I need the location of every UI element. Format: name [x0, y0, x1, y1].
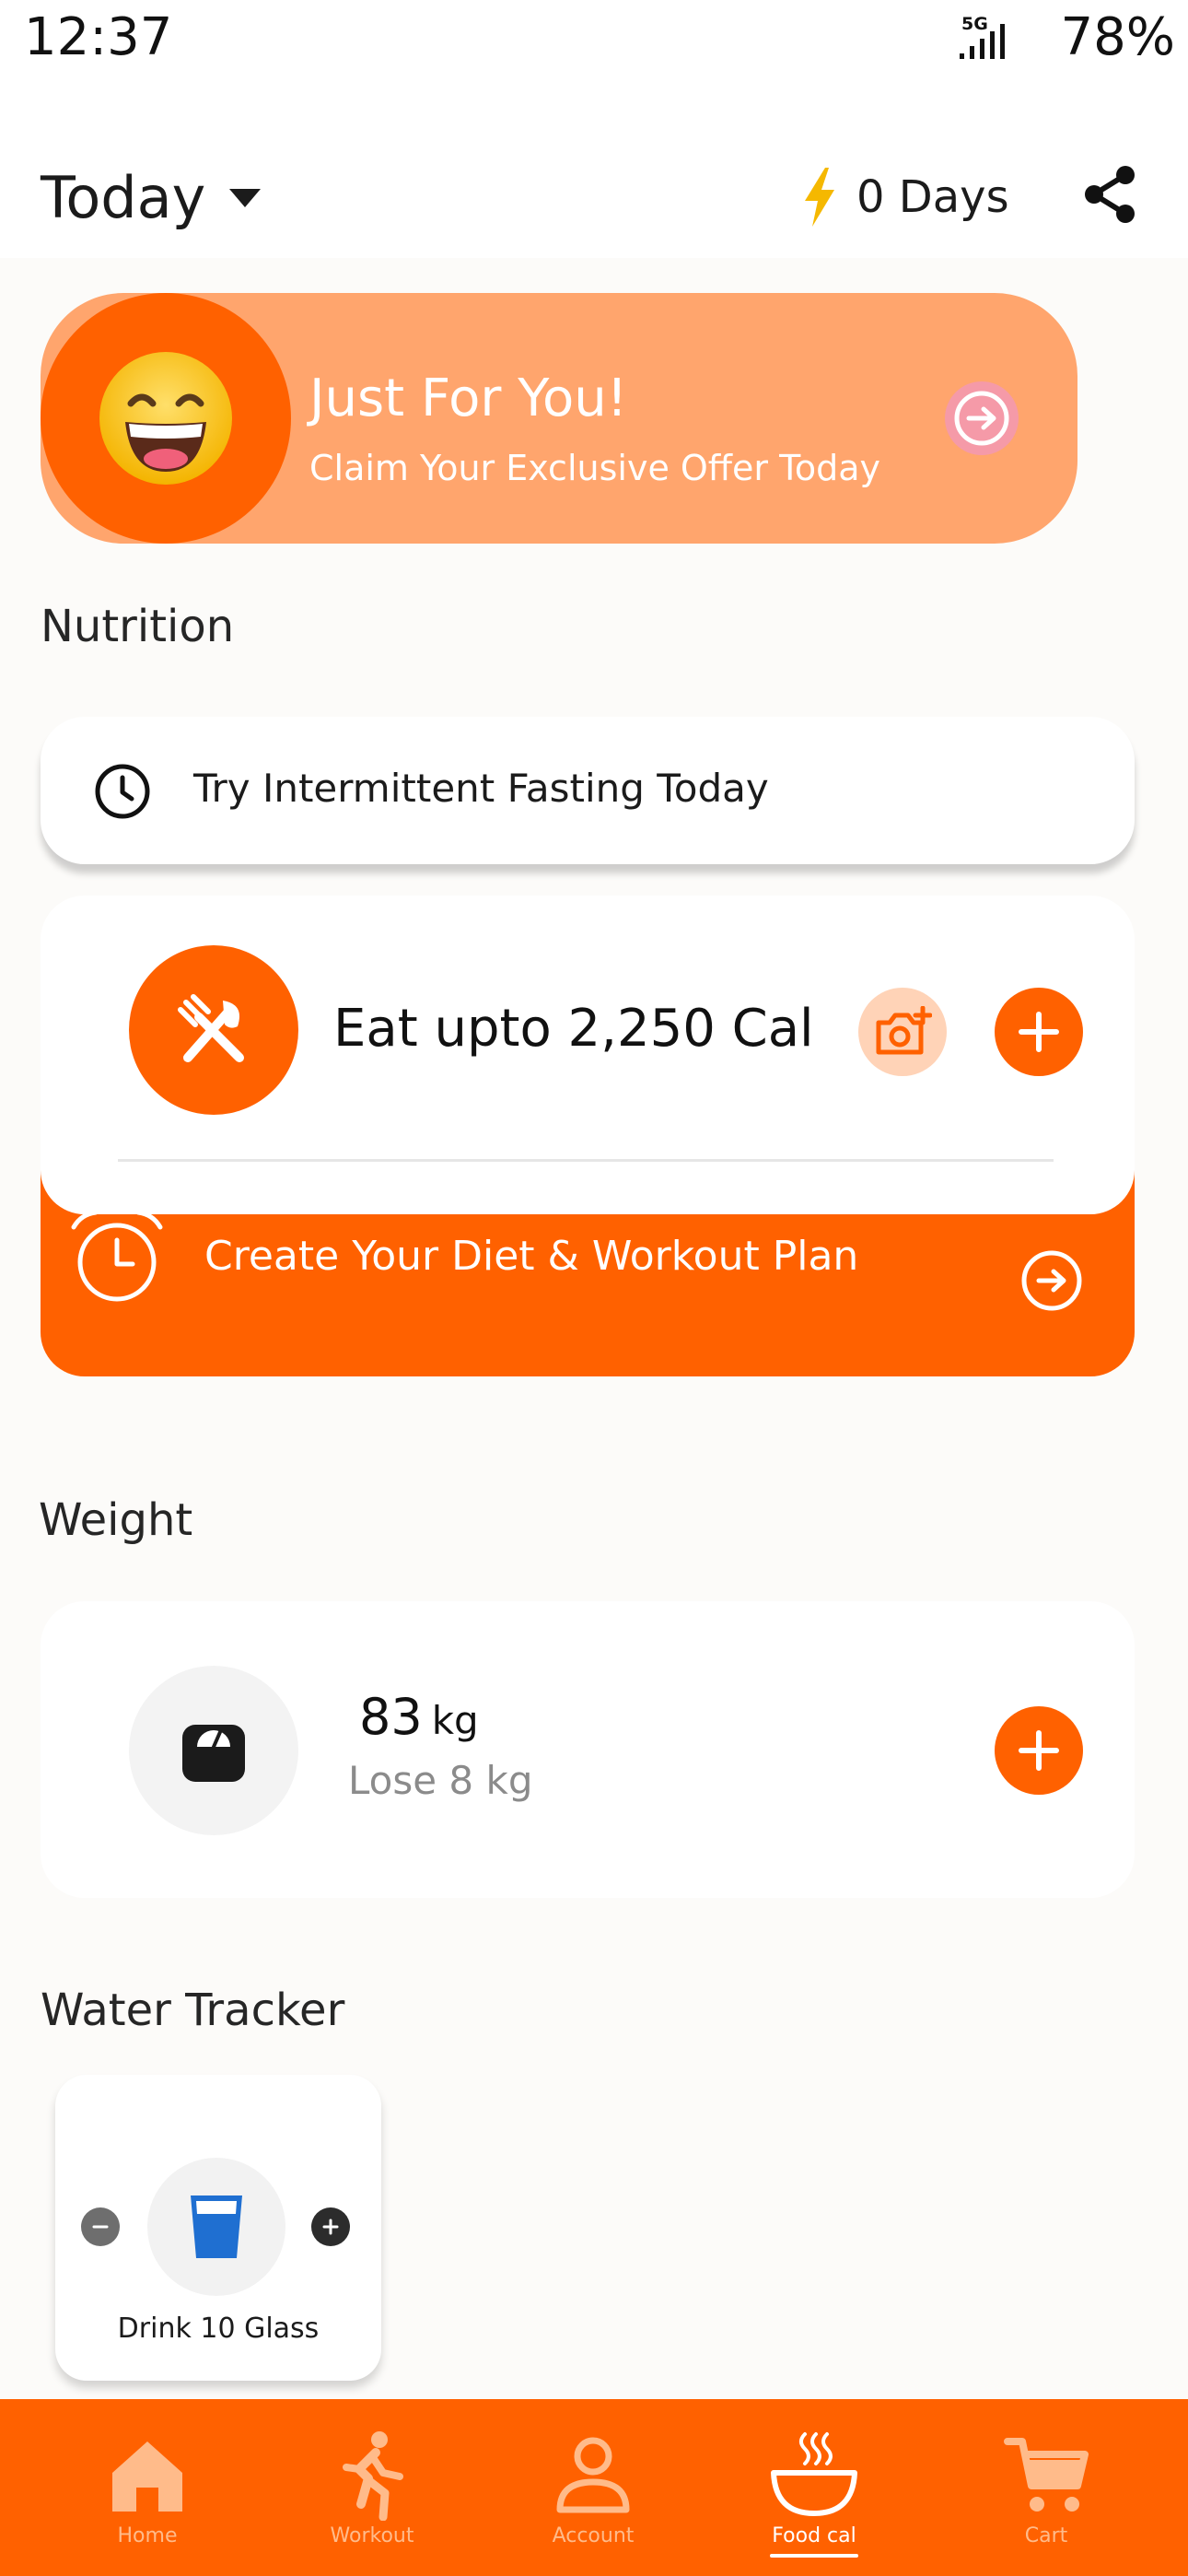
calorie-card: Eat upto 2,250 Cal	[41, 896, 1135, 1214]
nav-item-account[interactable]: Account	[501, 2399, 685, 2576]
network-label: 5G	[961, 14, 988, 34]
plus-icon	[1019, 1012, 1059, 1052]
plus-icon	[1019, 1730, 1059, 1771]
nav-label-home: Home	[117, 2524, 178, 2547]
bottom-nav: Home Workout Account Food cal Cart	[0, 2399, 1188, 2576]
offer-banner[interactable]: Just For You! Claim Your Exclusive Offer…	[41, 293, 1077, 544]
minus-icon	[92, 2225, 109, 2229]
water-glass-icon	[191, 2195, 242, 2258]
arrow-right-circle-icon[interactable]	[1020, 1249, 1083, 1312]
streak-counter[interactable]: 0 Days	[801, 168, 1009, 227]
offer-subtitle: Claim Your Exclusive Offer Today	[309, 448, 880, 488]
scale-icon	[182, 1725, 245, 1782]
share-icon[interactable]	[1079, 164, 1140, 225]
water-increase-button[interactable]	[311, 2207, 350, 2246]
offer-arrow-button[interactable]	[945, 381, 1019, 455]
nav-label-workout: Workout	[330, 2524, 414, 2547]
running-icon	[343, 2431, 403, 2521]
calorie-icon-badge	[129, 945, 298, 1115]
nav-item-home[interactable]: Home	[55, 2399, 239, 2576]
lightning-icon	[805, 168, 834, 227]
date-selector-label: Today	[41, 164, 206, 231]
arrow-right-circle-icon	[954, 391, 1009, 446]
add-food-button[interactable]	[995, 988, 1083, 1076]
camera-add-icon	[876, 1006, 932, 1055]
nav-label-cart: Cart	[1024, 2524, 1068, 2547]
water-goal-label: Drink 10 Glass	[117, 2313, 320, 2345]
active-tab-indicator	[770, 2554, 858, 2558]
weight-unit: kg	[431, 1698, 479, 1743]
alarm-clock-icon	[71, 1210, 163, 1302]
fork-knife-icon	[178, 994, 244, 1062]
app-header: Today 0 Days	[0, 83, 1188, 258]
water-tracker-card: Drink 10 Glass	[55, 2075, 381, 2381]
weight-goal: Lose 8 kg	[348, 1758, 533, 1803]
grinning-face-icon	[99, 352, 232, 485]
plus-icon	[322, 2219, 339, 2235]
date-selector[interactable]: Today	[41, 164, 262, 231]
offer-emoji-badge	[41, 293, 291, 544]
signal-icon: 5G	[960, 14, 1005, 59]
calorie-goal-label: Eat upto 2,250 Cal	[333, 999, 814, 1059]
caret-down-icon	[229, 188, 262, 207]
streak-label: 0 Days	[856, 171, 1009, 223]
calorie-card-divider	[118, 1159, 1054, 1162]
person-icon	[556, 2437, 630, 2513]
nav-item-food-cal[interactable]: Food cal	[722, 2399, 906, 2576]
status-bar: 12:37 5G 78%	[0, 0, 1188, 83]
nav-item-cart[interactable]: Cart	[954, 2399, 1138, 2576]
home-icon	[112, 2441, 182, 2512]
weight-card: 83 kg Lose 8 kg	[41, 1601, 1135, 1898]
nutrition-section-title: Nutrition	[41, 601, 235, 652]
scan-food-button[interactable]	[858, 988, 947, 1076]
food-cal-screen: 12:37 5G 78% Today 0 Days Just For You! …	[0, 0, 1188, 2576]
calorie-section: Create Your Diet & Workout Plan Eat upto…	[41, 896, 1135, 1376]
nav-item-workout[interactable]: Workout	[280, 2399, 464, 2576]
intermittent-fasting-card[interactable]: Try Intermittent Fasting Today	[41, 717, 1135, 864]
water-glass-badge	[147, 2158, 285, 2296]
current-weight: 83 kg	[359, 1688, 479, 1746]
offer-title: Just For You!	[309, 369, 628, 428]
add-weight-button[interactable]	[995, 1706, 1083, 1795]
food-bowl-icon	[771, 2432, 857, 2516]
battery-level: 78%	[1060, 7, 1175, 67]
cart-icon	[1004, 2438, 1089, 2512]
clock-icon	[95, 764, 150, 819]
nav-label-account: Account	[552, 2524, 635, 2547]
nav-label-food-cal: Food cal	[772, 2524, 856, 2547]
weight-number: 83	[359, 1688, 423, 1746]
diet-plan-label: Create Your Diet & Workout Plan	[204, 1233, 859, 1280]
weight-icon-badge	[129, 1666, 298, 1835]
weight-section-title: Weight	[39, 1494, 193, 1546]
status-time: 12:37	[24, 7, 173, 67]
fasting-label: Try Intermittent Fasting Today	[193, 766, 769, 811]
water-section-title: Water Tracker	[41, 1985, 345, 2036]
water-decrease-button[interactable]	[81, 2207, 120, 2246]
